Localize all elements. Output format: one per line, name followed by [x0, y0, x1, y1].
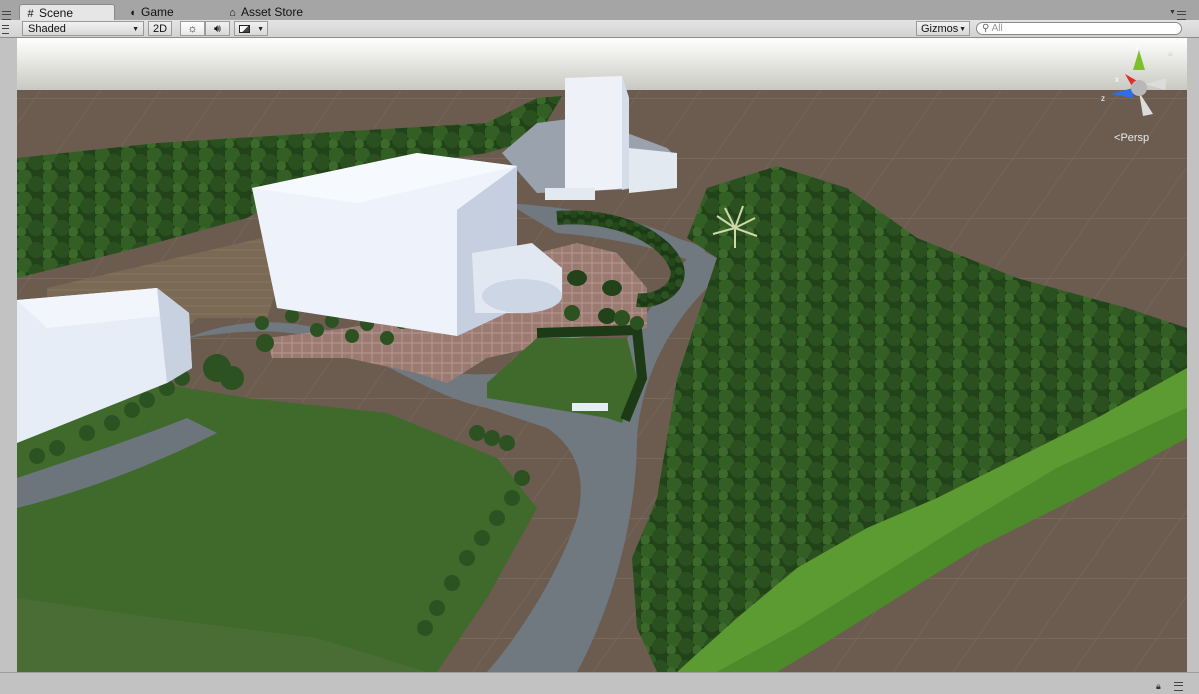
tab-asset-store[interactable]: ⌂ Asset Store: [222, 4, 332, 20]
speaker-icon: 🔊︎: [214, 23, 221, 35]
sun-icon: ☼: [187, 23, 198, 35]
tab-game-label: Game: [141, 5, 174, 19]
gizmo-axis-x: x: [1115, 75, 1119, 84]
chevron-down-icon: ▼: [257, 26, 264, 33]
gizmos-label: Gizmos: [921, 23, 959, 35]
gizmo-axis-y: y: [1135, 44, 1139, 52]
panel-menu-icon[interactable]: [1177, 11, 1186, 20]
tab-scene[interactable]: # Scene: [19, 4, 115, 20]
chevron-down-icon: ▼: [132, 26, 139, 33]
mode-2d-button[interactable]: 2D: [148, 21, 172, 36]
toolbar-left-menu-icon[interactable]: [2, 25, 9, 34]
gizmos-dropdown[interactable]: Gizmos ▼: [916, 21, 970, 36]
right-gutter: [1187, 38, 1199, 672]
shading-mode-dropdown[interactable]: Shaded ▼: [22, 21, 144, 36]
search-icon: ⚲: [982, 23, 990, 34]
scene-audio-button[interactable]: 🔊︎: [205, 21, 230, 36]
projection-toggle[interactable]: <Persp: [1114, 132, 1149, 144]
pacman-icon: ◖: [129, 7, 136, 19]
scene-toolbar: Shaded ▼ 2D ☼ 🔊︎ ▼ Gizmos ▼ ⚲ All: [0, 20, 1199, 38]
tab-game[interactable]: ◖ Game: [122, 4, 218, 20]
shading-mode-label: Shaded: [28, 23, 66, 35]
lock-icon[interactable]: 🔒︎: [1156, 681, 1161, 692]
chevron-down-icon: ▼: [959, 26, 966, 33]
scene-search-input[interactable]: ⚲ All: [976, 22, 1182, 35]
scene-effects-dropdown[interactable]: ▼: [234, 21, 268, 36]
projection-label: Persp: [1120, 132, 1150, 144]
left-gutter: [0, 38, 17, 672]
axis-gizmo-icon: y x z: [1101, 44, 1167, 116]
tab-scene-label: Scene: [39, 6, 74, 20]
panel-options-icon[interactable]: ▼: [1169, 9, 1176, 16]
status-menu-icon[interactable]: [1174, 682, 1183, 691]
scene-lighting-button[interactable]: ☼: [180, 21, 205, 36]
store-icon: ⌂: [229, 7, 236, 19]
tab-strip: # Scene ◖ Game ⌂ Asset Store ▼: [0, 0, 1199, 20]
scene-viewport[interactable]: y x z <Persp 🔒︎: [17, 38, 1187, 672]
image-icon: [239, 25, 250, 33]
scene-orientation-gizmo[interactable]: y x z: [1095, 44, 1175, 124]
search-placeholder: All: [991, 23, 1003, 34]
status-bar: 🔒︎: [0, 672, 1199, 694]
tab-asset-store-label: Asset Store: [241, 5, 304, 19]
scene-render: [17, 38, 1187, 672]
lock-icon[interactable]: 🔒︎: [1168, 48, 1173, 59]
left-panel-menu-icon[interactable]: [2, 11, 11, 20]
gizmo-axis-z: z: [1101, 94, 1105, 103]
